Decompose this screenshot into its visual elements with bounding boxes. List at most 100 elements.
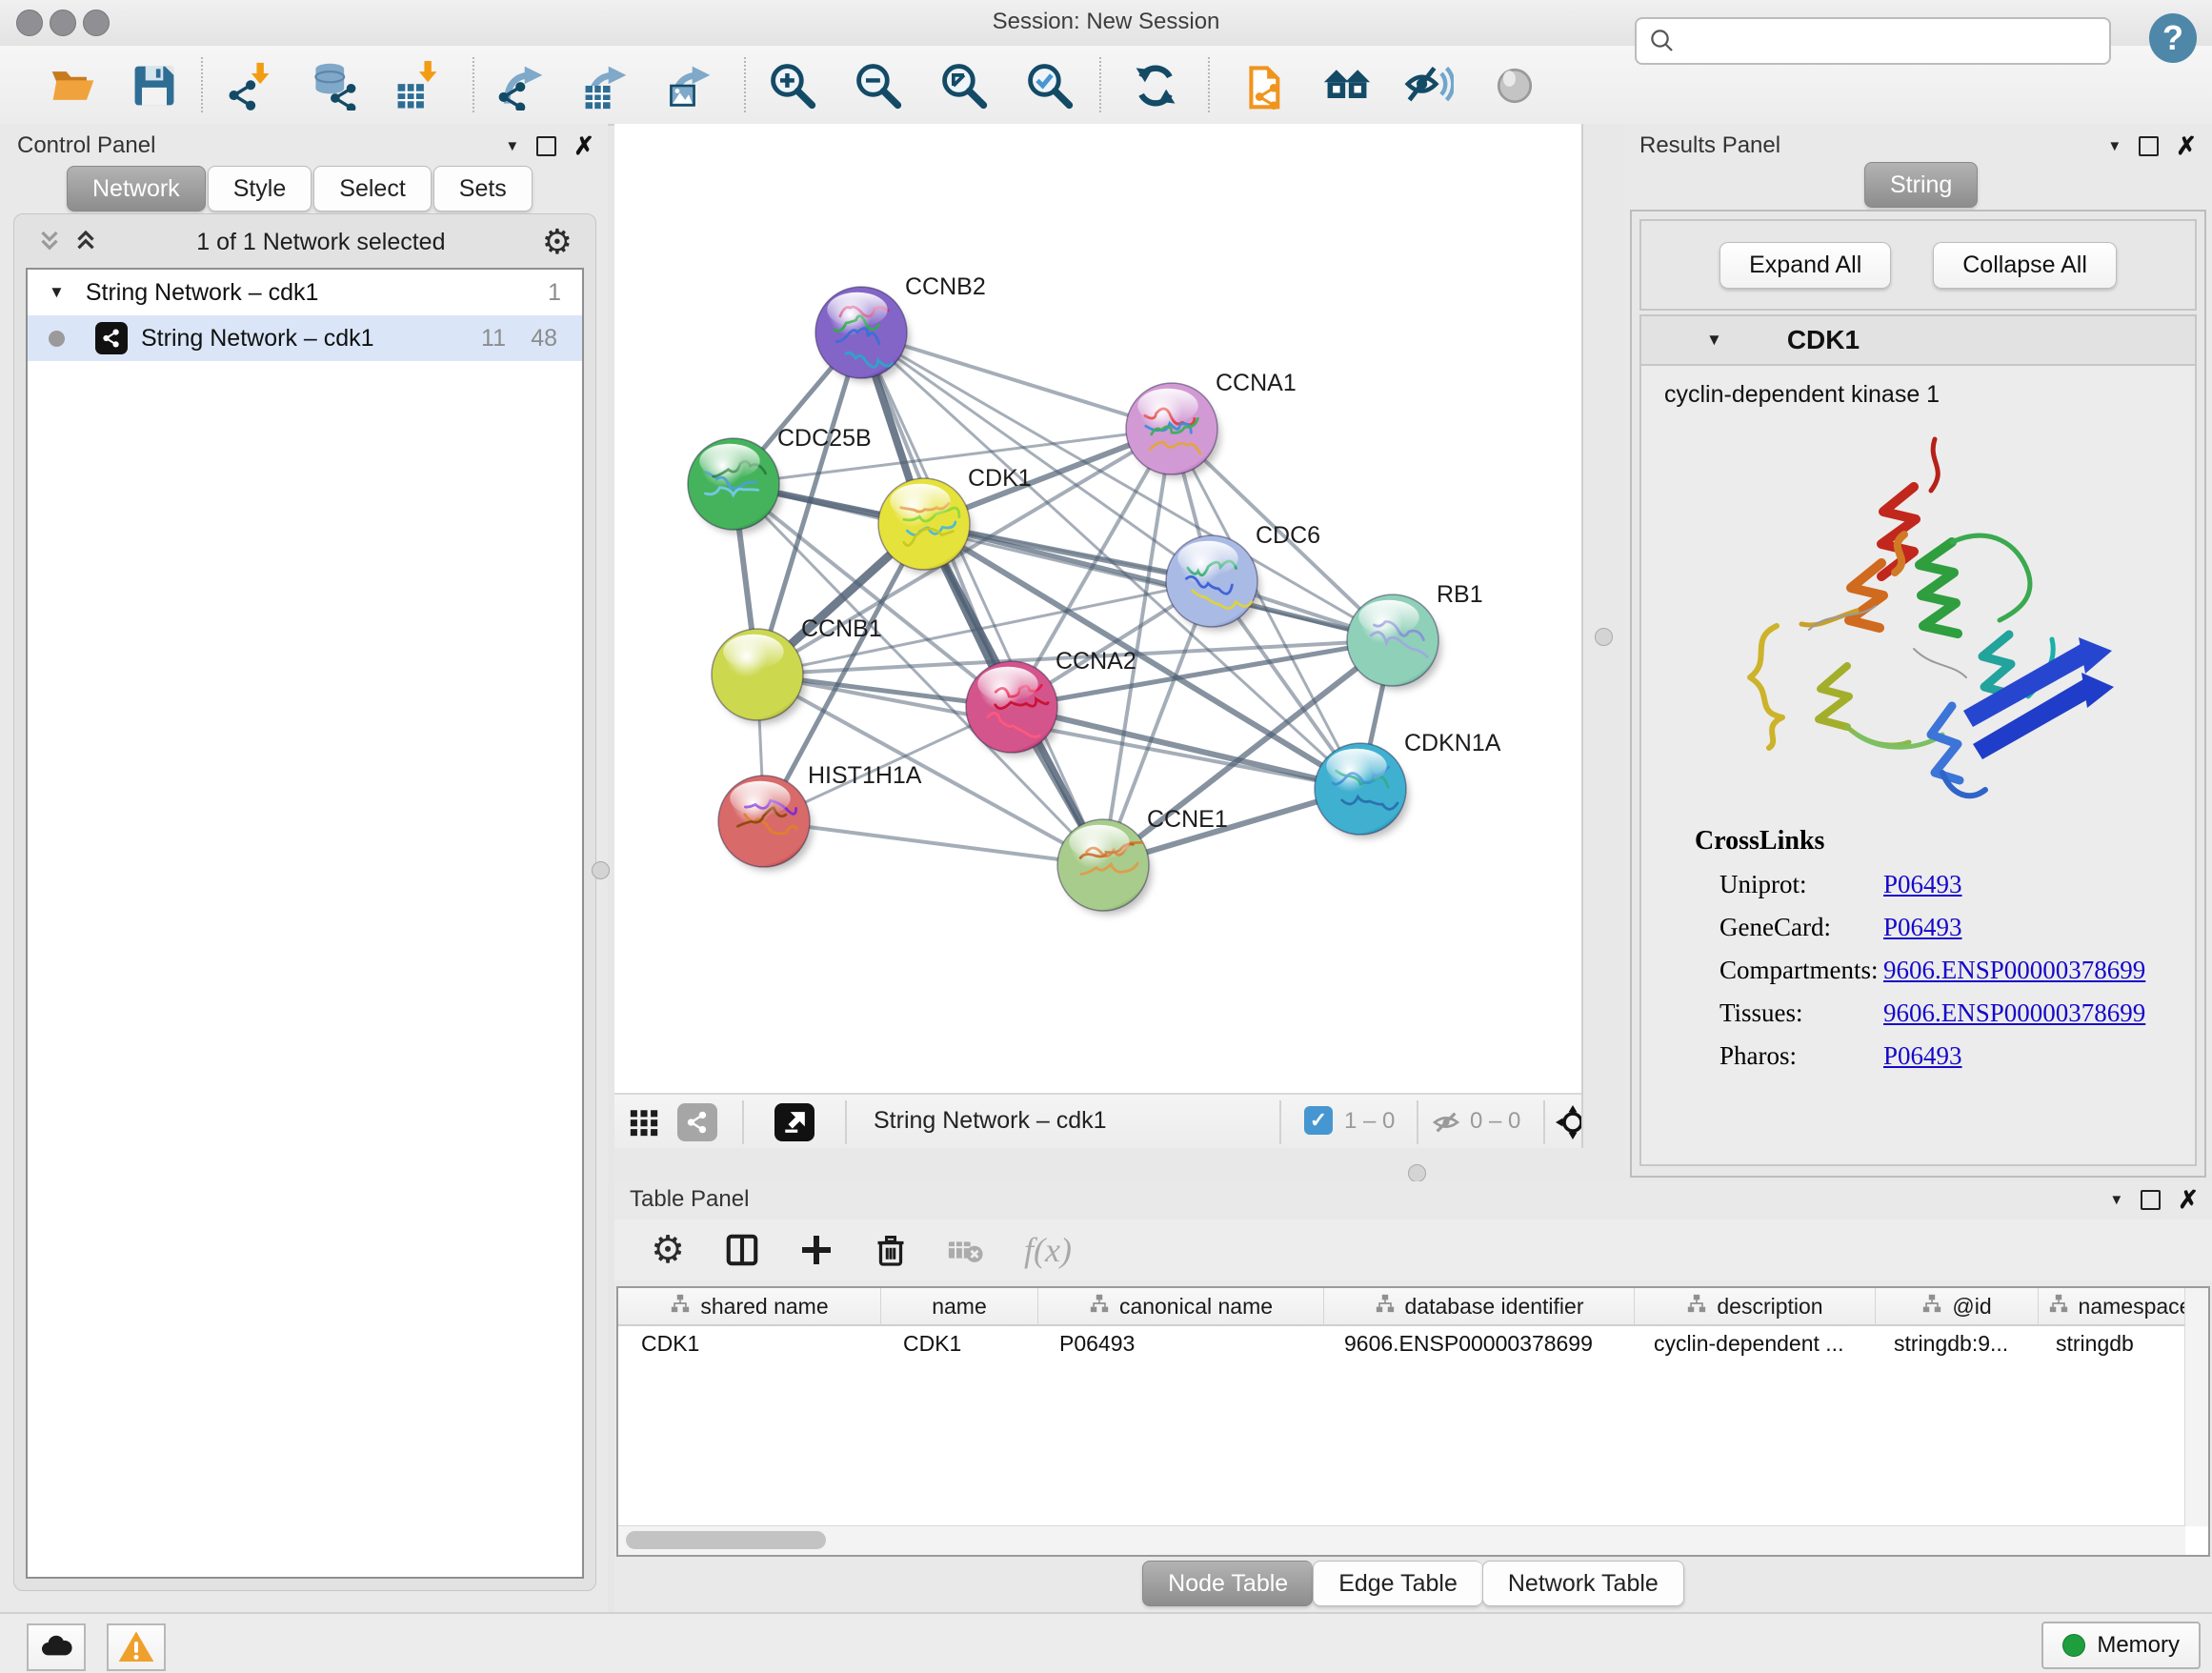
node-CCNA2[interactable]	[966, 661, 1060, 756]
tab-sets[interactable]: Sets	[433, 166, 533, 212]
tab-select[interactable]: Select	[313, 166, 431, 212]
tab-style[interactable]: Style	[208, 166, 312, 212]
control-panel-float-icon[interactable]	[536, 136, 556, 156]
toolbar-separator	[1208, 57, 1210, 112]
tab-node-table[interactable]: Node Table	[1142, 1561, 1313, 1606]
network-options-gear-icon[interactable]: ⚙	[542, 225, 573, 259]
memory-button[interactable]: Memory	[2041, 1622, 2201, 1669]
column-header-name[interactable]: name	[881, 1288, 1038, 1324]
table-panel-float-icon[interactable]	[2141, 1190, 2161, 1210]
crosslink-value-link[interactable]: P06493	[1883, 913, 1962, 942]
tab-network-table[interactable]: Network Table	[1482, 1561, 1684, 1606]
table-row[interactable]: CDK1CDK1P064939606.ENSP00000378699cyclin…	[618, 1326, 2208, 1361]
import-database-icon[interactable]	[307, 59, 360, 112]
network-row-selected[interactable]: String Network – cdk1 11 48	[28, 315, 582, 361]
hidden-elements-eye-icon[interactable]	[1426, 1103, 1466, 1141]
crosslink-value-link[interactable]: P06493	[1883, 870, 1962, 899]
vertical-splitter-handle[interactable]	[1595, 628, 1613, 646]
column-header-description[interactable]: description	[1635, 1288, 1876, 1324]
collection-expand-icon[interactable]: ▼	[49, 283, 65, 302]
crosslink-value-link[interactable]: 9606.ENSP00000378699	[1883, 956, 2145, 985]
refresh-icon[interactable]	[1129, 59, 1182, 112]
node-RB1[interactable]	[1347, 595, 1441, 690]
column-header-canonical-name[interactable]: canonical name	[1038, 1288, 1324, 1324]
delete-column-trash-icon[interactable]	[870, 1229, 912, 1271]
vertical-splitter[interactable]	[1581, 124, 1628, 1174]
cell--id[interactable]: stringdb:9...	[1871, 1326, 2033, 1361]
collapse-all-networks-icon[interactable]	[35, 228, 64, 256]
table-panel-close-icon[interactable]: ✗	[2178, 1187, 2199, 1212]
scrollbar-thumb[interactable]	[626, 1531, 826, 1549]
gene-header[interactable]: ▼ CDK1	[1641, 316, 2195, 366]
collapse-all-button[interactable]: Collapse All	[1933, 242, 2117, 289]
gene-expand-icon[interactable]: ▼	[1706, 331, 1722, 350]
column-header-namespace[interactable]: namespace	[2039, 1288, 2202, 1324]
column-header--id[interactable]: @id	[1876, 1288, 2039, 1324]
cloud-button[interactable]	[27, 1623, 86, 1671]
cell-description[interactable]: cyclin-dependent ...	[1631, 1326, 1871, 1361]
node-HIST1H1A[interactable]	[718, 776, 813, 871]
export-table-icon[interactable]	[578, 59, 632, 112]
table-options-gear-icon[interactable]: ⚙	[647, 1229, 689, 1271]
folder-open-icon[interactable]	[47, 59, 100, 112]
node-CDKN1A[interactable]	[1315, 743, 1409, 838]
cell-name[interactable]: CDK1	[880, 1326, 1036, 1361]
save-icon[interactable]	[128, 59, 181, 112]
column-header-shared-name[interactable]: shared name	[618, 1288, 881, 1324]
node-CCNE1[interactable]	[1057, 819, 1152, 915]
node-label-CCNE1: CCNE1	[1147, 806, 1228, 833]
show-columns-icon[interactable]	[721, 1229, 763, 1271]
column-header-database-identifier[interactable]: database identifier	[1324, 1288, 1635, 1324]
export-image-icon[interactable]	[662, 59, 715, 112]
zoom-selected-icon[interactable]	[1023, 59, 1076, 112]
tab-string[interactable]: String	[1864, 162, 1978, 208]
table-vertical-scrollbar[interactable]	[2184, 1288, 2208, 1526]
tab-edge-table[interactable]: Edge Table	[1313, 1561, 1482, 1606]
results-panel-float-icon[interactable]	[2139, 136, 2159, 156]
help-button[interactable]: ?	[2149, 13, 2197, 63]
expand-all-button[interactable]: Expand All	[1719, 242, 1891, 289]
node-CDK1[interactable]	[878, 478, 973, 574]
hide-neighbors-icon[interactable]	[1402, 59, 1456, 112]
import-table-icon[interactable]	[391, 59, 444, 112]
left-splitter-handle[interactable]	[592, 861, 610, 879]
export-network-icon[interactable]	[494, 59, 548, 112]
expand-all-networks-icon[interactable]	[71, 228, 100, 256]
node-CDC25B[interactable]	[688, 438, 782, 534]
node-CDC6[interactable]	[1166, 535, 1260, 631]
shared-column-icon	[1686, 1293, 1707, 1320]
network-collection-row[interactable]: ▼ String Network – cdk1 1	[28, 270, 582, 315]
add-column-icon[interactable]	[795, 1229, 837, 1271]
crosslink-value-link[interactable]: P06493	[1883, 1041, 1962, 1071]
table-horizontal-scrollbar[interactable]	[618, 1525, 2185, 1555]
control-panel-close-icon[interactable]: ✗	[573, 133, 594, 158]
import-network-icon[interactable]	[223, 59, 276, 112]
zoom-fit-icon[interactable]	[937, 59, 991, 112]
results-panel-collapse-icon[interactable]: ▼	[2107, 138, 2122, 154]
document-network-icon[interactable]	[1242, 59, 1296, 112]
string-results-container: Expand All Collapse All ▼ CDK1 cyclin-de…	[1630, 210, 2206, 1178]
node-CCNA1[interactable]	[1126, 383, 1220, 478]
cell-database-identifier[interactable]: 9606.ENSP00000378699	[1321, 1326, 1631, 1361]
grid-view-icon[interactable]	[624, 1103, 664, 1141]
table-header-row: shared namenamecanonical namedatabase id…	[618, 1288, 2208, 1326]
cell-shared-name[interactable]: CDK1	[618, 1326, 880, 1361]
zoom-out-icon[interactable]	[852, 59, 905, 112]
birdseye-view-icon[interactable]	[774, 1103, 814, 1141]
zoom-in-icon[interactable]	[766, 59, 819, 112]
home-icon[interactable]	[1320, 59, 1374, 112]
warnings-button[interactable]	[107, 1623, 166, 1671]
results-panel-close-icon[interactable]: ✗	[2176, 133, 2197, 158]
crosslink-value-link[interactable]: 9606.ENSP00000378699	[1883, 998, 2145, 1028]
preview-icon[interactable]	[1488, 59, 1541, 112]
horizontal-splitter-handle[interactable]	[1408, 1164, 1426, 1182]
cell-canonical-name[interactable]: P06493	[1036, 1326, 1321, 1361]
search-input[interactable]	[1686, 27, 2109, 55]
tab-network[interactable]: Network	[67, 166, 206, 212]
selected-nodes-checkbox-icon[interactable]: ✓	[1304, 1106, 1333, 1135]
network-view-canvas[interactable]: CCNB2CCNA1CDC25BCDK1CDC6RB1CCNB1CCNA2CDK…	[614, 124, 1581, 1093]
table-panel-collapse-icon[interactable]: ▼	[2109, 1192, 2123, 1208]
cell-namespace[interactable]: stringdb	[2033, 1326, 2195, 1361]
control-panel-collapse-icon[interactable]: ▼	[505, 138, 519, 154]
network-share-icon[interactable]	[677, 1103, 717, 1141]
